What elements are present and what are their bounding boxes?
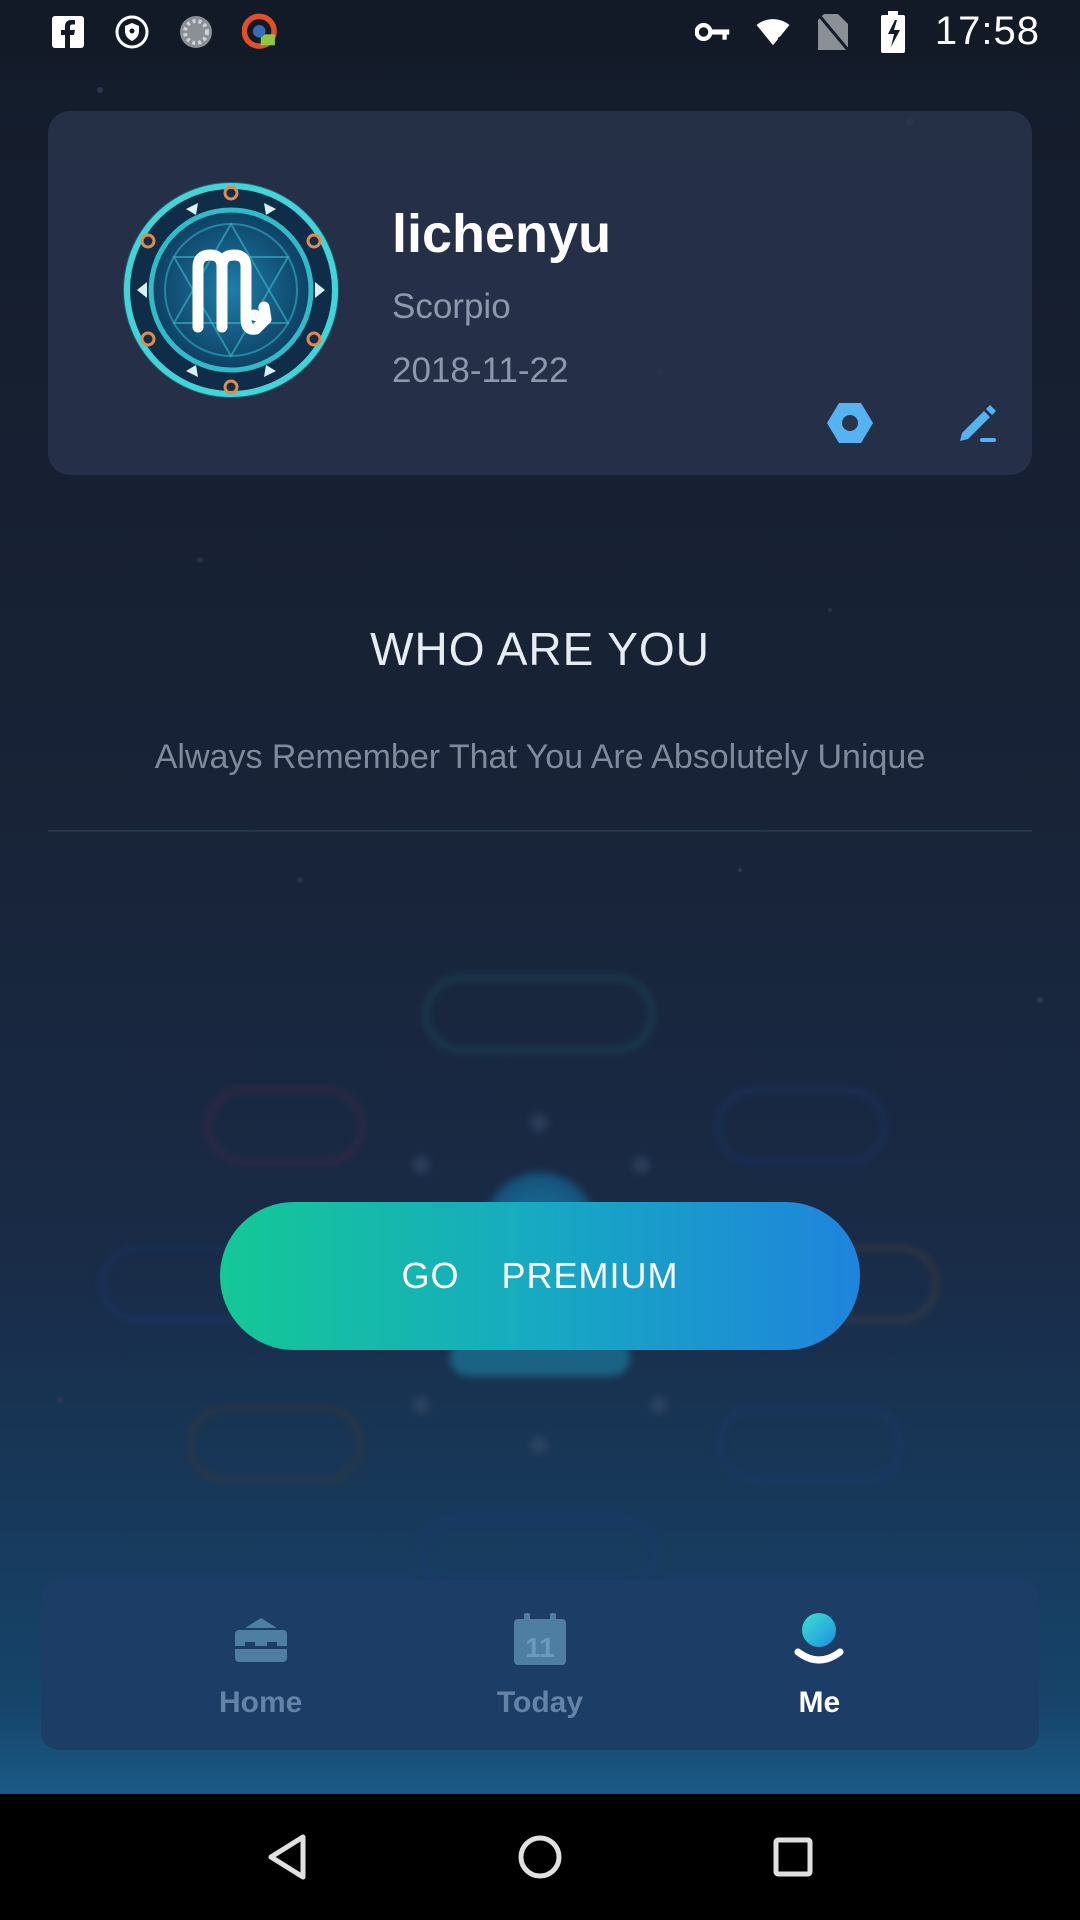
- recents-icon[interactable]: [763, 1827, 823, 1887]
- system-navigation-bar: [0, 1794, 1080, 1920]
- trait-dot: [632, 1156, 650, 1174]
- trait-dot: [650, 1396, 668, 1414]
- nav-label-home: Home: [218, 1686, 303, 1719]
- nav-label-today: Today: [496, 1686, 584, 1719]
- calendar-icon: 11: [510, 1610, 570, 1670]
- trait-dot: [530, 1114, 548, 1132]
- trait-bubble: [424, 976, 654, 1052]
- user-icon: [789, 1610, 849, 1670]
- bottom-navigation: Home 11 Today Me: [41, 1580, 1039, 1750]
- me-screen: 17:58 lichenyu Scorpio 2018-11-22 WHO AR…: [0, 0, 1080, 1794]
- trait-bubble: [716, 1088, 886, 1164]
- trait-dot: [412, 1156, 430, 1174]
- nav-label-me: Me: [798, 1686, 841, 1719]
- trait-dot: [412, 1396, 430, 1414]
- trait-bubble: [206, 1088, 364, 1164]
- blurred-trait-bubbles: [0, 0, 1080, 1794]
- calendar-day-number: 11: [525, 1632, 555, 1663]
- nav-item-today[interactable]: 11 Today: [450, 1610, 630, 1720]
- nav-item-me[interactable]: Me: [729, 1610, 909, 1720]
- go-premium-button[interactable]: GO PREMIUM: [220, 1202, 860, 1350]
- trait-bubble: [188, 1406, 362, 1482]
- home-circle-icon[interactable]: [510, 1827, 570, 1887]
- trait-bubble: [718, 1406, 902, 1482]
- home-icon: [231, 1610, 291, 1670]
- nav-item-home[interactable]: Home: [171, 1610, 351, 1720]
- back-icon[interactable]: [257, 1827, 317, 1887]
- trait-dot: [530, 1436, 548, 1454]
